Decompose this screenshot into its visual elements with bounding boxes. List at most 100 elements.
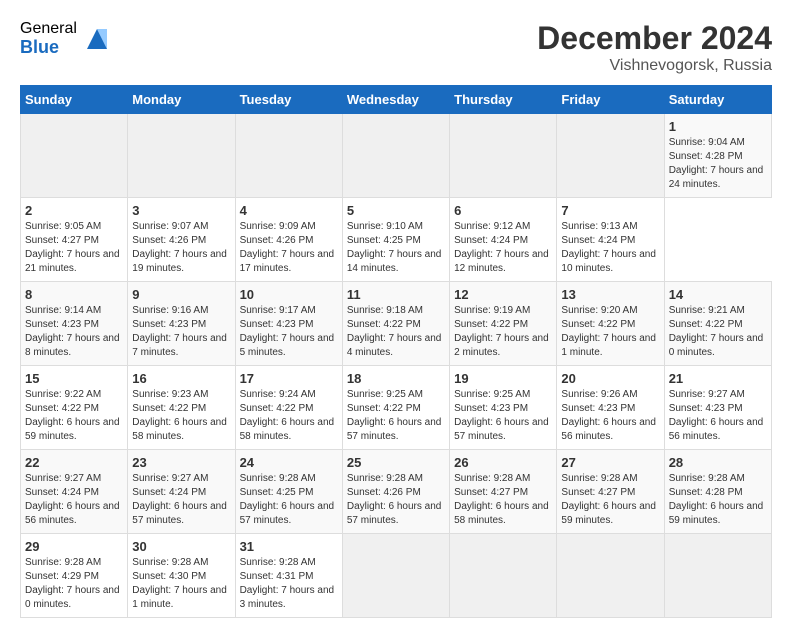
calendar-day: 17 Sunrise: 9:24 AMSunset: 4:22 PMDayligh…: [235, 366, 342, 450]
day-number: 17: [240, 371, 338, 386]
calendar-week-row: 2 Sunrise: 9:05 AMSunset: 4:27 PMDaylight…: [21, 198, 772, 282]
day-header-sunday: Sunday: [21, 86, 128, 114]
day-number: 19: [454, 371, 552, 386]
calendar-header-row: SundayMondayTuesdayWednesdayThursdayFrid…: [21, 86, 772, 114]
calendar-day: 10 Sunrise: 9:17 AMSunset: 4:23 PMDayligh…: [235, 282, 342, 366]
day-info: Sunrise: 9:28 AMSunset: 4:25 PMDaylight:…: [240, 472, 338, 528]
location: Vishnevogorsk, Russia: [537, 57, 772, 75]
logo: General Blue: [20, 20, 112, 57]
empty-cell: [664, 534, 771, 618]
calendar-day: 28Sunrise: 9:28 AMSunset: 4:28 PMDayligh…: [664, 450, 771, 534]
calendar-day: 3Sunrise: 9:07 AMSunset: 4:26 PMDaylight…: [128, 198, 235, 282]
day-header-monday: Monday: [128, 86, 235, 114]
day-info: Sunrise: 9:25 AMSunset: 4:22 PMDaylight:…: [347, 388, 445, 444]
calendar-day: 24 Sunrise: 9:28 AMSunset: 4:25 PMDayligh…: [235, 450, 342, 534]
day-number: 29: [25, 539, 123, 554]
day-info: Sunrise: 9:21 AMSunset: 4:22 PMDaylight:…: [669, 304, 767, 360]
calendar-day: 19Sunrise: 9:25 AMSunset: 4:23 PMDayligh…: [450, 366, 557, 450]
day-info: Sunrise: 9:19 AMSunset: 4:22 PMDaylight:…: [454, 304, 552, 360]
day-number: 30: [132, 539, 230, 554]
day-number: 21: [669, 371, 767, 386]
calendar-day: 5 Sunrise: 9:10 AMSunset: 4:25 PMDaylight…: [342, 198, 449, 282]
day-header-tuesday: Tuesday: [235, 86, 342, 114]
day-info: Sunrise: 9:24 AMSunset: 4:22 PMDaylight:…: [240, 388, 338, 444]
empty-cell: [21, 114, 128, 198]
day-number: 7: [561, 203, 659, 218]
day-info: Sunrise: 9:10 AMSunset: 4:25 PMDaylight:…: [347, 220, 445, 276]
calendar-day: 22Sunrise: 9:27 AMSunset: 4:24 PMDayligh…: [21, 450, 128, 534]
day-info: Sunrise: 9:05 AMSunset: 4:27 PMDaylight:…: [25, 220, 123, 276]
day-header-wednesday: Wednesday: [342, 86, 449, 114]
day-info: Sunrise: 9:23 AMSunset: 4:22 PMDaylight:…: [132, 388, 230, 444]
empty-cell: [128, 114, 235, 198]
calendar-day: 15Sunrise: 9:22 AMSunset: 4:22 PMDayligh…: [21, 366, 128, 450]
day-info: Sunrise: 9:27 AMSunset: 4:24 PMDaylight:…: [132, 472, 230, 528]
day-number: 23: [132, 455, 230, 470]
calendar-day: 26 Sunrise: 9:28 AMSunset: 4:27 PMDayligh…: [450, 450, 557, 534]
day-number: 10: [240, 287, 338, 302]
calendar-day: 2 Sunrise: 9:05 AMSunset: 4:27 PMDaylight…: [21, 198, 128, 282]
day-number: 3: [132, 203, 230, 218]
day-info: Sunrise: 9:28 AMSunset: 4:27 PMDaylight:…: [561, 472, 659, 528]
day-number: 27: [561, 455, 659, 470]
day-number: 1: [669, 119, 767, 134]
calendar-week-row: 15Sunrise: 9:22 AMSunset: 4:22 PMDayligh…: [21, 366, 772, 450]
empty-cell: [557, 534, 664, 618]
calendar-week-row: 1 Sunrise: 9:04 AMSunset: 4:28 PMDaylight…: [21, 114, 772, 198]
calendar-day: 27 Sunrise: 9:28 AMSunset: 4:27 PMDayligh…: [557, 450, 664, 534]
logo-text: General Blue: [20, 20, 77, 57]
calendar-day: 20Sunrise: 9:26 AMSunset: 4:23 PMDayligh…: [557, 366, 664, 450]
page-header: General Blue December 2024 Vishnevogorsk…: [20, 20, 772, 75]
day-header-saturday: Saturday: [664, 86, 771, 114]
calendar-day: 6Sunrise: 9:12 AMSunset: 4:24 PMDaylight…: [450, 198, 557, 282]
day-number: 31: [240, 539, 338, 554]
day-info: Sunrise: 9:14 AMSunset: 4:23 PMDaylight:…: [25, 304, 123, 360]
day-number: 26: [454, 455, 552, 470]
calendar-day: 13Sunrise: 9:20 AMSunset: 4:22 PMDayligh…: [557, 282, 664, 366]
calendar-day: 8Sunrise: 9:14 AMSunset: 4:23 PMDaylight…: [21, 282, 128, 366]
calendar-day: 30Sunrise: 9:28 AMSunset: 4:30 PMDayligh…: [128, 534, 235, 618]
calendar-day: 11 Sunrise: 9:18 AMSunset: 4:22 PMDayligh…: [342, 282, 449, 366]
day-info: Sunrise: 9:27 AMSunset: 4:24 PMDaylight:…: [25, 472, 123, 528]
day-info: Sunrise: 9:28 AMSunset: 4:31 PMDaylight:…: [240, 556, 338, 612]
calendar-week-row: 8Sunrise: 9:14 AMSunset: 4:23 PMDaylight…: [21, 282, 772, 366]
day-number: 11: [347, 287, 445, 302]
day-info: Sunrise: 9:13 AMSunset: 4:24 PMDaylight:…: [561, 220, 659, 276]
day-info: Sunrise: 9:28 AMSunset: 4:27 PMDaylight:…: [454, 472, 552, 528]
day-number: 9: [132, 287, 230, 302]
day-info: Sunrise: 9:17 AMSunset: 4:23 PMDaylight:…: [240, 304, 338, 360]
logo-icon: [82, 24, 112, 54]
day-number: 24: [240, 455, 338, 470]
day-info: Sunrise: 9:09 AMSunset: 4:26 PMDaylight:…: [240, 220, 338, 276]
calendar-day: 18 Sunrise: 9:25 AMSunset: 4:22 PMDayligh…: [342, 366, 449, 450]
day-number: 12: [454, 287, 552, 302]
day-info: Sunrise: 9:28 AMSunset: 4:29 PMDaylight:…: [25, 556, 123, 612]
title-block: December 2024 Vishnevogorsk, Russia: [537, 20, 772, 75]
day-header-friday: Friday: [557, 86, 664, 114]
logo-blue: Blue: [20, 38, 77, 58]
day-info: Sunrise: 9:18 AMSunset: 4:22 PMDaylight:…: [347, 304, 445, 360]
calendar-day: 14 Sunrise: 9:21 AMSunset: 4:22 PMDayligh…: [664, 282, 771, 366]
day-info: Sunrise: 9:26 AMSunset: 4:23 PMDaylight:…: [561, 388, 659, 444]
empty-cell: [450, 534, 557, 618]
calendar-table: SundayMondayTuesdayWednesdayThursdayFrid…: [20, 85, 772, 618]
calendar-day: 16Sunrise: 9:23 AMSunset: 4:22 PMDayligh…: [128, 366, 235, 450]
calendar-day: 21 Sunrise: 9:27 AMSunset: 4:23 PMDayligh…: [664, 366, 771, 450]
calendar-day: 1 Sunrise: 9:04 AMSunset: 4:28 PMDaylight…: [664, 114, 771, 198]
day-number: 14: [669, 287, 767, 302]
day-number: 4: [240, 203, 338, 218]
calendar-week-row: 22Sunrise: 9:27 AMSunset: 4:24 PMDayligh…: [21, 450, 772, 534]
calendar-day: 25Sunrise: 9:28 AMSunset: 4:26 PMDayligh…: [342, 450, 449, 534]
calendar-day: 31 Sunrise: 9:28 AMSunset: 4:31 PMDayligh…: [235, 534, 342, 618]
day-info: Sunrise: 9:22 AMSunset: 4:22 PMDaylight:…: [25, 388, 123, 444]
calendar-day: 4 Sunrise: 9:09 AMSunset: 4:26 PMDaylight…: [235, 198, 342, 282]
day-info: Sunrise: 9:27 AMSunset: 4:23 PMDaylight:…: [669, 388, 767, 444]
calendar-day: 12 Sunrise: 9:19 AMSunset: 4:22 PMDayligh…: [450, 282, 557, 366]
day-number: 18: [347, 371, 445, 386]
day-number: 13: [561, 287, 659, 302]
day-number: 5: [347, 203, 445, 218]
day-number: 2: [25, 203, 123, 218]
day-info: Sunrise: 9:04 AMSunset: 4:28 PMDaylight:…: [669, 136, 767, 192]
day-number: 25: [347, 455, 445, 470]
calendar-day: 29 Sunrise: 9:28 AMSunset: 4:29 PMDayligh…: [21, 534, 128, 618]
